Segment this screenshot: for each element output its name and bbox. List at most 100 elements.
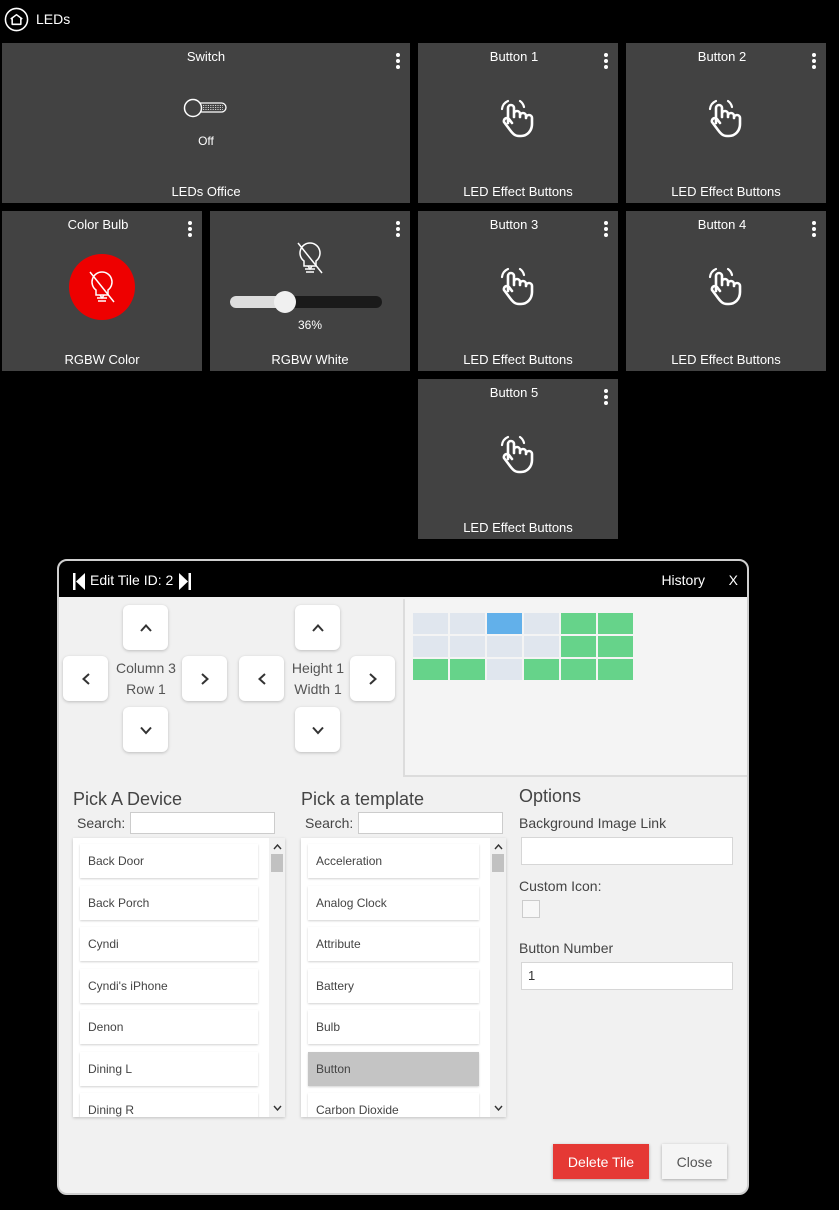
grid-cell-used[interactable] [524, 659, 559, 680]
tile-button-1[interactable]: Button 1 LED Effect Buttons [418, 43, 618, 203]
tile-menu-icon[interactable] [810, 53, 818, 71]
template-list-scrollbar[interactable] [490, 838, 506, 1117]
tile-footer: RGBW White [271, 352, 349, 367]
grid-cell-empty[interactable] [413, 636, 448, 657]
button-number-label: Button Number [519, 940, 614, 956]
grid-cell-used[interactable] [561, 613, 596, 634]
tile-menu-icon[interactable] [394, 221, 402, 239]
template-list[interactable]: Acceleration Analog Clock Attribute Battery… [301, 838, 506, 1117]
tile-button-3[interactable]: Button 3 LED Effect Buttons [418, 211, 618, 371]
width-decrease-button[interactable] [239, 656, 284, 701]
chevron-up-icon [311, 623, 324, 632]
device-search-input[interactable] [130, 812, 275, 834]
tile-button-4[interactable]: Button 4 LED Effect Buttons [626, 211, 826, 371]
scroll-thumb[interactable] [271, 854, 283, 872]
pointing-hand-icon[interactable] [704, 265, 748, 309]
tile-rgbw-white[interactable]: 36% RGBW White [210, 211, 410, 371]
dialog-title: Edit Tile ID: 2 [90, 572, 174, 588]
list-item[interactable]: Back Door [80, 844, 258, 878]
tile-footer: LED Effect Buttons [671, 352, 781, 367]
height-increase-button[interactable] [295, 707, 340, 752]
grid-cell-empty[interactable] [450, 613, 485, 634]
list-item[interactable]: Analog Clock [308, 885, 479, 920]
scroll-up-icon[interactable] [490, 840, 506, 854]
grid-cell-empty[interactable] [487, 636, 522, 657]
grid-cell-used[interactable] [598, 613, 633, 634]
tile-footer: RGBW Color [64, 352, 140, 367]
level-slider[interactable] [230, 291, 382, 313]
tile-menu-icon[interactable] [186, 221, 194, 239]
chevron-up-icon [139, 623, 152, 632]
device-picker-title: Pick A Device [73, 789, 183, 809]
next-tile-icon[interactable] [179, 573, 191, 590]
grid-cell-used[interactable] [598, 636, 633, 657]
list-item[interactable]: Denon [80, 1010, 258, 1044]
grid-cell-empty[interactable] [450, 636, 485, 657]
tile-color-bulb[interactable]: Color Bulb RGBW Color [2, 211, 202, 371]
list-item[interactable]: Dining L [80, 1051, 258, 1086]
scroll-thumb[interactable] [492, 854, 504, 872]
list-item[interactable]: Attribute [308, 927, 479, 961]
tile-menu-icon[interactable] [394, 53, 402, 71]
tile-menu-icon[interactable] [602, 221, 610, 239]
layout-grid-preview[interactable] [403, 599, 747, 777]
scroll-down-icon[interactable] [490, 1101, 506, 1115]
width-increase-button[interactable] [350, 656, 395, 701]
pointing-hand-icon[interactable] [496, 97, 540, 141]
tile-footer: LED Effect Buttons [463, 184, 573, 199]
move-right-button[interactable] [182, 656, 227, 701]
scroll-down-icon[interactable] [269, 1101, 285, 1115]
list-item[interactable]: Button [308, 1051, 479, 1086]
grid-cell-used[interactable] [598, 659, 633, 680]
pointing-hand-icon[interactable] [496, 265, 540, 309]
grid-cell-empty[interactable] [524, 613, 559, 634]
toggle-switch-icon[interactable] [183, 97, 229, 119]
list-item[interactable]: Carbon Dioxide [308, 1093, 479, 1117]
height-decrease-button[interactable] [295, 605, 340, 650]
tile-title: Color Bulb [67, 217, 129, 232]
home-icon[interactable] [4, 7, 29, 32]
delete-tile-button[interactable]: Delete Tile [553, 1144, 649, 1179]
tile-menu-icon[interactable] [602, 389, 610, 407]
move-up-button[interactable] [123, 605, 168, 650]
close-button[interactable]: Close [662, 1144, 727, 1179]
device-list[interactable]: Back Door Back Porch Cyndi Cyndi's iPhone De… [73, 838, 285, 1117]
template-search-input[interactable] [358, 812, 503, 834]
list-item[interactable]: Bulb [308, 1010, 479, 1044]
tile-button-2[interactable]: Button 2 LED Effect Buttons [626, 43, 826, 203]
tile-menu-icon[interactable] [810, 221, 818, 239]
grid-cell-used[interactable] [561, 659, 596, 680]
grid-cell-empty[interactable] [524, 636, 559, 657]
list-item[interactable]: Acceleration [308, 844, 479, 878]
move-down-button[interactable] [123, 707, 168, 752]
bulb-off-icon[interactable] [294, 239, 326, 277]
grid-cell-empty[interactable] [413, 613, 448, 634]
slider-thumb[interactable] [273, 291, 296, 313]
tile-menu-icon[interactable] [602, 53, 610, 71]
list-item[interactable]: Cyndi's iPhone [80, 968, 258, 1003]
previous-tile-icon[interactable] [73, 573, 85, 590]
dialog-close-x[interactable]: X [729, 572, 738, 588]
pointing-hand-icon[interactable] [496, 433, 540, 477]
grid-cell-used[interactable] [450, 659, 485, 680]
grid-cell-used[interactable] [413, 659, 448, 680]
history-link[interactable]: History [661, 572, 705, 588]
grid-cell-empty[interactable] [487, 659, 522, 680]
tile-button-5[interactable]: Button 5 LED Effect Buttons [418, 379, 618, 539]
scroll-up-icon[interactable] [269, 840, 285, 854]
pointing-hand-icon[interactable] [704, 97, 748, 141]
custom-icon-checkbox[interactable] [522, 900, 540, 918]
dashboard-header: LEDs [4, 6, 70, 32]
list-item[interactable]: Back Porch [80, 885, 258, 920]
background-image-input[interactable] [521, 837, 733, 865]
tile-title: Button 5 [489, 385, 539, 400]
grid-cell-current[interactable] [487, 613, 522, 634]
list-item[interactable]: Battery [308, 968, 479, 1003]
grid-cell-used[interactable] [561, 636, 596, 657]
move-left-button[interactable] [63, 656, 108, 701]
button-number-input[interactable]: 1 [521, 962, 733, 990]
list-item[interactable]: Dining R [80, 1093, 258, 1117]
list-item[interactable]: Cyndi [80, 927, 258, 961]
device-list-scrollbar[interactable] [269, 838, 285, 1117]
tile-switch[interactable]: Switch Off LEDs Office [2, 43, 410, 203]
